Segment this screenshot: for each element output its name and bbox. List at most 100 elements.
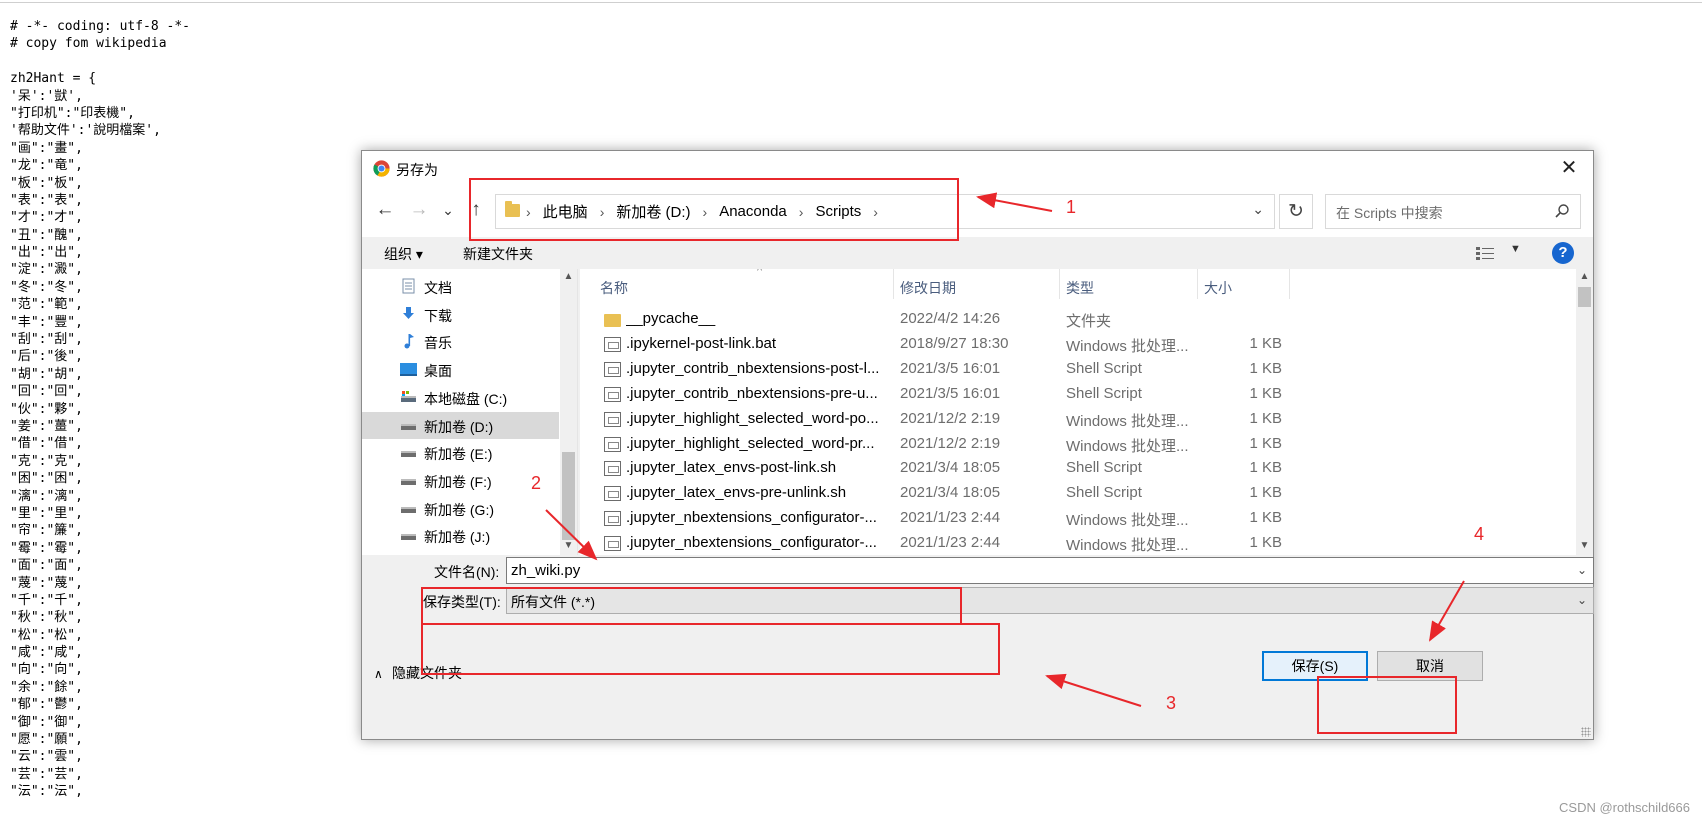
sidebar-item[interactable]: 新加卷 (F:): [362, 467, 559, 494]
file-icon: [604, 461, 621, 477]
command-bar: 组织 ▾ 新建文件夹 ▼ ?: [362, 237, 1593, 269]
code-line: "秋":"秋",: [10, 610, 83, 626]
chevron-down-icon[interactable]: ⌄: [1577, 563, 1587, 577]
sidebar-item[interactable]: 音乐: [362, 328, 559, 355]
file-type: 文件夹: [1066, 313, 1112, 330]
file-row[interactable]: .jupyter_nbextensions_configurator-... 20…: [580, 506, 1575, 531]
code-line: "借":"借",: [10, 436, 83, 452]
file-scrollbar[interactable]: ▲ ▼: [1576, 269, 1593, 555]
file-icon: [604, 386, 621, 402]
scroll-thumb[interactable]: [1578, 287, 1591, 307]
sidebar-item[interactable]: 文档: [362, 273, 559, 300]
nav-scrollbar[interactable]: ▲ ▼: [560, 269, 577, 555]
column-divider[interactable]: [1289, 269, 1290, 299]
back-button[interactable]: ←: [372, 197, 398, 223]
file-list[interactable]: ^ 名称 修改日期 类型 大小 ▲ ▼ __pycache__ 2022/4/2 …: [580, 269, 1593, 555]
code-line: "淀":"澱",: [10, 262, 83, 278]
search-icon: [1555, 204, 1569, 218]
view-options-icon[interactable]: [1476, 246, 1494, 260]
file-row[interactable]: __pycache__ 2022/4/2 14:26 文件夹: [580, 307, 1575, 332]
help-icon[interactable]: ?: [1552, 242, 1574, 264]
file-icon: [604, 536, 621, 552]
drive-c-icon: [400, 389, 417, 405]
file-icon: [604, 511, 621, 527]
file-row[interactable]: .jupyter_nbextensions_configurator-... 20…: [580, 531, 1575, 555]
filename-value[interactable]: zh_wiki.py: [511, 562, 580, 579]
code-editor[interactable]: # -*- coding: utf-8 -*- # copy fom wikipe…: [10, 18, 340, 823]
sidebar-item-label: 新加卷 (F:): [424, 473, 492, 490]
chevron-down-icon[interactable]: ⌄: [1252, 201, 1264, 218]
file-row[interactable]: .ipykernel-post-link.bat 2018/9/27 18:30 W…: [580, 332, 1575, 357]
folder-icon: [604, 314, 621, 327]
refresh-button[interactable]: ↻: [1279, 194, 1313, 229]
top-divider: [0, 2, 1702, 3]
filename-field[interactable]: zh_wiki.py ⌄: [506, 557, 1594, 584]
view-dropdown-icon[interactable]: ▼: [1510, 243, 1521, 255]
sidebar-item[interactable]: 新加卷 (G:): [362, 495, 559, 522]
code-line: "后":"後",: [10, 349, 83, 365]
scroll-down-icon[interactable]: ▼: [1578, 540, 1591, 551]
drive-icon: [400, 472, 417, 488]
scroll-up-icon[interactable]: ▲: [1578, 271, 1591, 282]
file-row[interactable]: .jupyter_contrib_nbextensions-pre-u... 20…: [580, 382, 1575, 407]
annotation-box-filetype: [421, 623, 1000, 675]
file-date: 2021/1/23 2:44: [900, 509, 1001, 527]
sidebar-item-label: 新加卷 (E:): [424, 446, 493, 463]
column-name[interactable]: 名称: [600, 278, 628, 298]
code-line: "霉":"霉",: [10, 540, 83, 556]
column-size[interactable]: 大小: [1204, 278, 1232, 298]
column-date[interactable]: 修改日期: [900, 278, 956, 298]
file-row[interactable]: .jupyter_highlight_selected_word-po... 20…: [580, 407, 1575, 432]
navigation-pane[interactable]: ▲ ▼ 文档下载音乐 桌面 本地磁盘 (C:) 新加卷 (D:) 新加卷 (E:) 新加卷…: [362, 269, 578, 555]
file-row[interactable]: .jupyter_contrib_nbextensions-post-l... 2…: [580, 357, 1575, 382]
recent-locations-button[interactable]: ⌄: [438, 197, 458, 223]
code-line: "云":"雲",: [10, 749, 83, 765]
file-type: Shell Script: [1066, 484, 1142, 502]
chevron-down-icon[interactable]: ⌄: [1577, 593, 1587, 607]
code-line: '呆':'獃',: [10, 88, 83, 104]
column-type[interactable]: 类型: [1066, 278, 1094, 298]
file-type: Windows 批处理...: [1066, 537, 1189, 555]
scroll-thumb[interactable]: [562, 452, 575, 540]
code-line: "丑":"醜",: [10, 227, 83, 243]
sidebar-item-label: 下载: [424, 307, 452, 324]
annotation-number-2: 2: [531, 473, 542, 493]
drive-icon: [400, 527, 417, 543]
new-folder-button[interactable]: 新建文件夹: [463, 244, 533, 264]
column-divider[interactable]: [893, 269, 894, 299]
column-headers: ^ 名称 修改日期 类型 大小: [580, 269, 1575, 305]
organize-menu[interactable]: 组织 ▾: [384, 244, 423, 264]
music-icon: [400, 333, 417, 349]
code-line: "里":"里",: [10, 505, 83, 521]
sidebar-item[interactable]: 新加卷 (D:): [362, 411, 559, 439]
column-divider[interactable]: [1059, 269, 1060, 299]
watermark: CSDN @rothschild666: [1559, 800, 1690, 815]
annotation-number-1: 1: [1066, 197, 1077, 217]
file-row[interactable]: .jupyter_latex_envs-pre-unlink.sh 2021/3/…: [580, 481, 1575, 506]
document-icon: [400, 278, 417, 294]
close-button[interactable]: ✕: [1555, 154, 1583, 182]
sidebar-item[interactable]: 桌面: [362, 356, 559, 383]
forward-button[interactable]: →: [406, 197, 432, 223]
code-line: "帘":"簾",: [10, 523, 83, 539]
file-row[interactable]: .jupyter_latex_envs-post-link.sh 2021/3/4…: [580, 456, 1575, 481]
sidebar-item[interactable]: 新加卷 (J:): [362, 522, 559, 549]
code-line: "千":"千",: [10, 592, 83, 608]
search-input[interactable]: 在 Scripts 中搜索: [1325, 194, 1581, 229]
column-divider[interactable]: [1197, 269, 1198, 299]
sidebar-item[interactable]: 下载: [362, 301, 559, 328]
file-icon: [604, 361, 621, 377]
file-row[interactable]: .jupyter_highlight_selected_word-pr... 20…: [580, 432, 1575, 457]
sidebar-item[interactable]: 新加卷 (E:): [362, 439, 559, 466]
file-name: .jupyter_latex_envs-pre-unlink.sh: [626, 484, 847, 502]
code-line: "御":"御",: [10, 714, 83, 730]
sidebar-item[interactable]: 本地磁盘 (C:): [362, 384, 559, 411]
file-icon: [604, 336, 621, 352]
scroll-down-icon[interactable]: ▼: [562, 540, 575, 551]
code-line: "冬":"冬",: [10, 279, 83, 295]
search-placeholder: 在 Scripts 中搜索: [1336, 205, 1443, 221]
scroll-up-icon[interactable]: ▲: [562, 271, 575, 282]
file-size: 1 KB: [1249, 534, 1282, 552]
resize-grip-icon[interactable]: [1581, 727, 1591, 737]
file-icon: [604, 486, 621, 502]
